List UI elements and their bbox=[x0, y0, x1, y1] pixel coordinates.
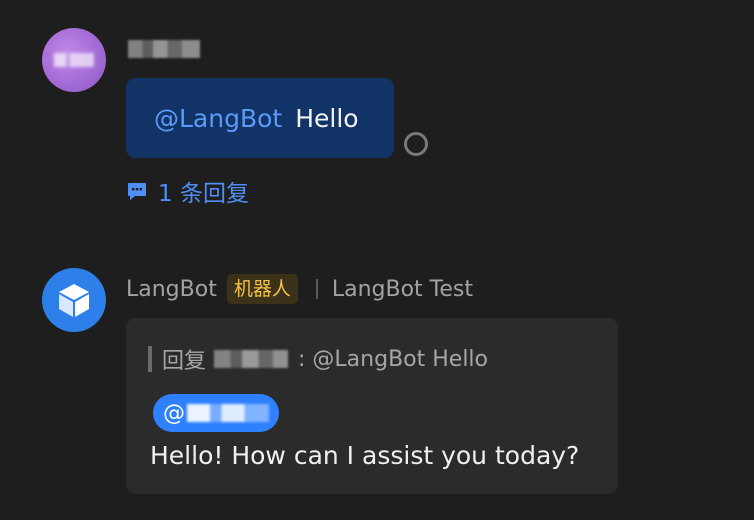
quoted-reply[interactable]: 回复 : @LangBot Hello bbox=[148, 344, 488, 374]
quote-bar bbox=[148, 346, 152, 372]
quote-text: : @LangBot Hello bbox=[298, 346, 489, 372]
thread-replies-link[interactable]: 1 条回复 bbox=[126, 176, 249, 207]
mentioned-user-redacted bbox=[187, 404, 269, 422]
cube-icon bbox=[59, 284, 89, 317]
quoted-sender-redacted bbox=[214, 350, 289, 368]
user-avatar[interactable] bbox=[42, 28, 106, 92]
reply-count-label: 1 条回复 bbox=[158, 181, 249, 207]
bot-avatar[interactable] bbox=[42, 268, 106, 332]
channel-name[interactable]: LangBot Test bbox=[332, 277, 473, 302]
chat-bubble-icon bbox=[126, 180, 148, 202]
sender-name[interactable]: LangBot bbox=[126, 277, 217, 302]
message-bubble[interactable]: @LangBot Hello bbox=[126, 78, 394, 158]
bot-badge: 机器人 bbox=[226, 274, 298, 304]
message-header: LangBot 机器人 LangBot Test bbox=[126, 274, 473, 304]
sender-name-redacted bbox=[128, 40, 200, 58]
mention-at: @ bbox=[163, 400, 185, 426]
mention-chip[interactable]: @ bbox=[153, 394, 279, 432]
message-text: Hello bbox=[295, 103, 359, 133]
message-text: Hello! How can I assist you today? bbox=[150, 440, 580, 470]
quote-prefix: 回复 bbox=[162, 349, 207, 374]
circle-outline-icon bbox=[404, 132, 428, 156]
mention-link[interactable]: @LangBot bbox=[154, 104, 282, 133]
divider bbox=[315, 279, 318, 299]
